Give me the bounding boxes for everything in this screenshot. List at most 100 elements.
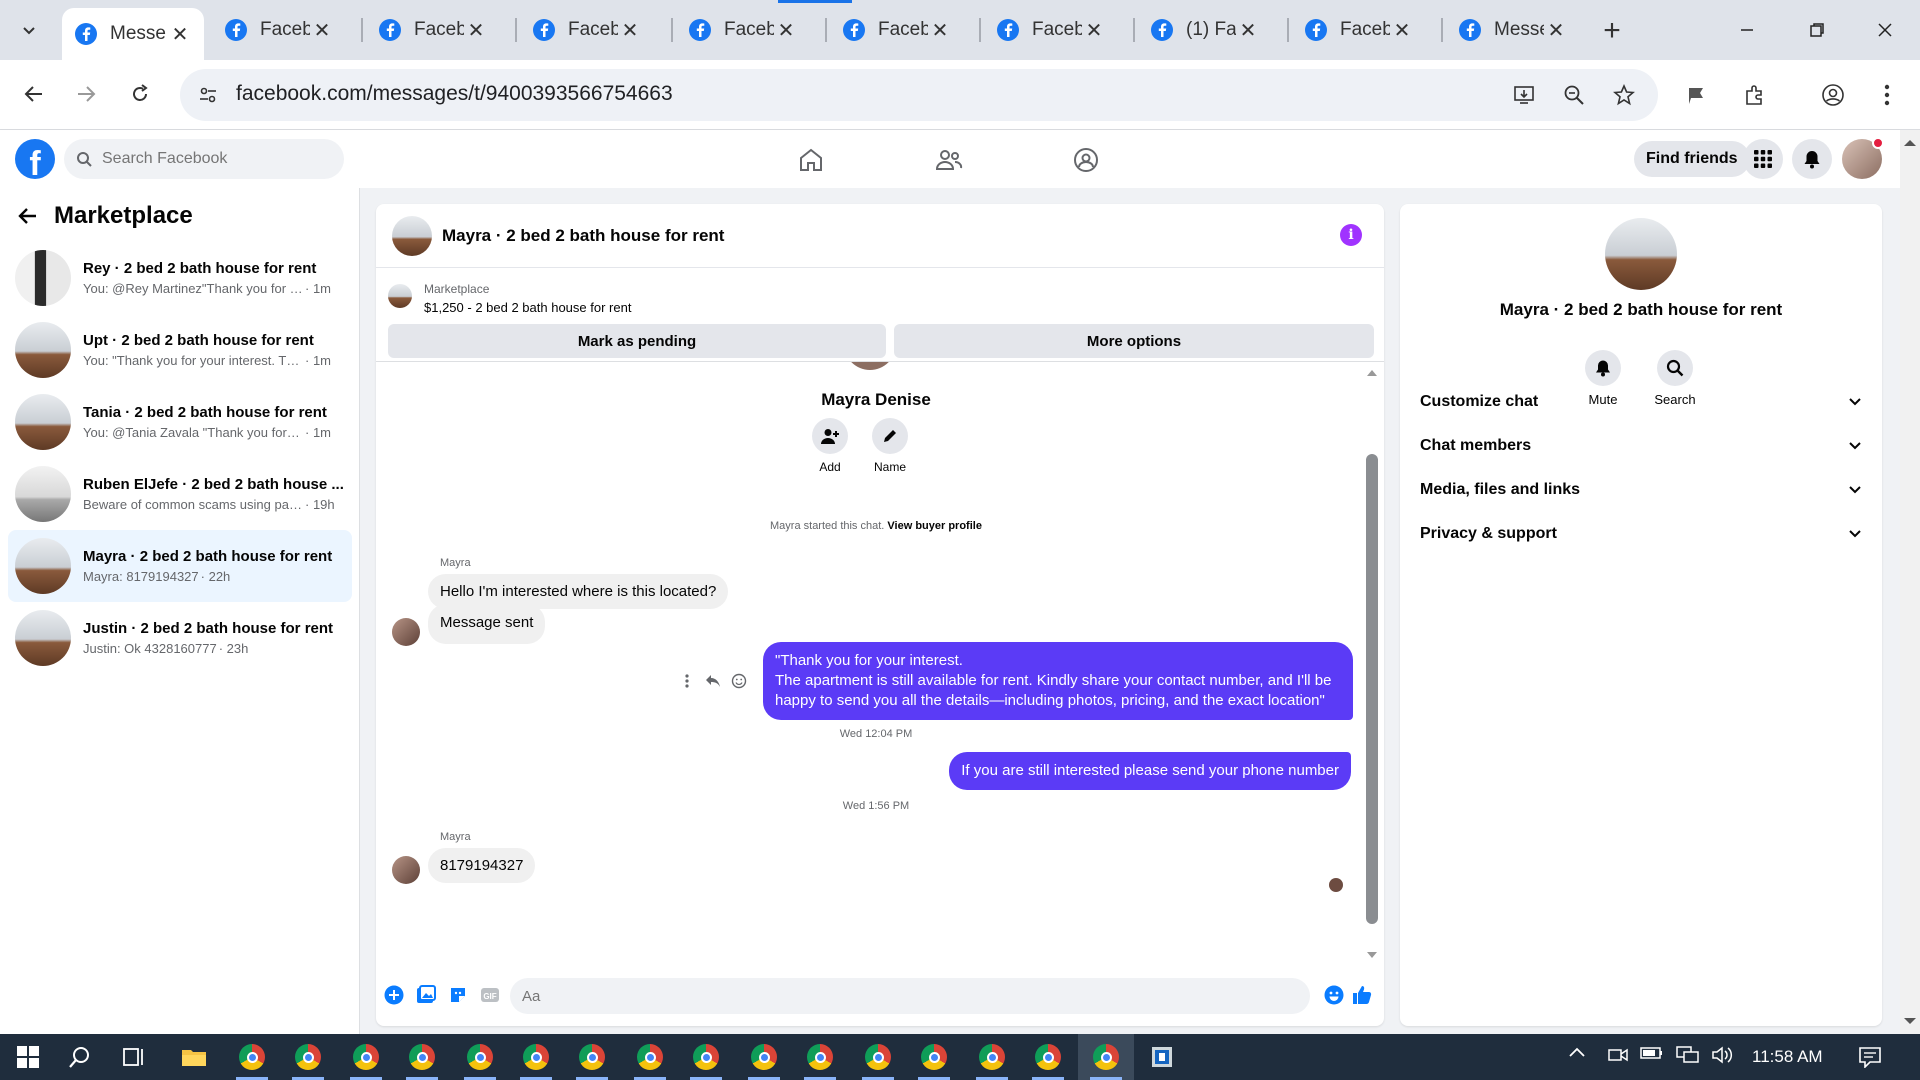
- taskbar-chrome-window[interactable]: [564, 1034, 620, 1080]
- sticker-icon[interactable]: [446, 983, 470, 1007]
- page-scrollbar[interactable]: [1900, 130, 1920, 1034]
- close-window-button[interactable]: [1850, 0, 1920, 60]
- menu-button[interactable]: [1743, 139, 1783, 179]
- facebook-logo[interactable]: f: [15, 139, 55, 179]
- browser-tab[interactable]: (1) Fa ✕: [1138, 8, 1272, 52]
- more-actions-plus-icon[interactable]: [382, 983, 406, 1007]
- react-emoji-icon[interactable]: [726, 668, 752, 694]
- show-hidden-icons[interactable]: [1568, 1046, 1586, 1058]
- taskbar-chrome-window[interactable]: [1020, 1034, 1076, 1080]
- conversation-item[interactable]: Upt · 2 bed 2 bath house for rent You: "T…: [8, 314, 352, 386]
- tab-search-button[interactable]: [10, 12, 48, 48]
- browser-tab[interactable]: Faceb ✕: [520, 8, 654, 52]
- tab-close-icon[interactable]: ✕: [464, 18, 488, 42]
- mark-as-pending-button[interactable]: Mark as pending: [388, 324, 886, 358]
- notification-center-icon[interactable]: [1858, 1046, 1882, 1068]
- minimize-button[interactable]: [1712, 0, 1782, 60]
- taskbar-clock[interactable]: 11:58 AM: [1752, 1047, 1823, 1067]
- taskbar-chrome-window[interactable]: [622, 1034, 678, 1080]
- name-button[interactable]: Name: [860, 418, 920, 474]
- find-friends-button[interactable]: Find friends: [1634, 141, 1750, 177]
- restore-button[interactable]: [1782, 0, 1852, 60]
- details-avatar[interactable]: [1605, 218, 1677, 290]
- profile-icon[interactable]: [1818, 80, 1848, 110]
- browser-tab[interactable]: Faceb ✕: [1292, 8, 1426, 52]
- start-button[interactable]: [0, 1034, 56, 1080]
- more-actions-icon[interactable]: [674, 668, 700, 694]
- info-icon[interactable]: i: [1340, 224, 1362, 246]
- browser-tab[interactable]: Faceb ✕: [984, 8, 1118, 52]
- kebab-menu-icon[interactable]: [1872, 80, 1902, 110]
- url-text[interactable]: facebook.com/messages/t/9400393566754663: [236, 82, 673, 106]
- taskbar-chrome-window[interactable]: [678, 1034, 734, 1080]
- emoji-icon[interactable]: [1322, 983, 1346, 1007]
- tab-close-icon[interactable]: ✕: [1082, 18, 1106, 42]
- tab-close-icon[interactable]: ✕: [1390, 18, 1414, 42]
- forward-button[interactable]: [66, 74, 106, 114]
- browser-tab[interactable]: Faceb ✕: [366, 8, 500, 52]
- file-explorer-button[interactable]: [166, 1034, 222, 1080]
- taskbar-chrome-window[interactable]: [508, 1034, 564, 1080]
- thumbs-up-icon[interactable]: [1350, 983, 1374, 1007]
- message-bubble-incoming[interactable]: Message sent: [428, 604, 546, 644]
- volume-icon[interactable]: [1712, 1046, 1734, 1064]
- facebook-search[interactable]: [64, 139, 344, 179]
- conversation-item[interactable]: Tania · 2 bed 2 bath house for rent You: …: [8, 386, 352, 458]
- message-scroll-thumb[interactable]: [1366, 454, 1378, 924]
- tab-close-icon[interactable]: ✕: [618, 18, 642, 42]
- listing-product[interactable]: $1,250 - 2 bed 2 bath house for rent: [424, 300, 631, 315]
- add-button[interactable]: Add: [800, 418, 860, 474]
- conversation-item-active[interactable]: Mayra · 2 bed 2 bath house for rent Mayra…: [8, 530, 352, 602]
- browser-tab-active[interactable]: Messe ✕: [62, 8, 204, 60]
- conversation-item[interactable]: Justin · 2 bed 2 bath house for rent Just…: [8, 602, 352, 674]
- section-media-files-links[interactable]: Media, files and links: [1414, 470, 1868, 510]
- view-buyer-profile-link[interactable]: View buyer profile: [887, 520, 982, 532]
- browser-tab[interactable]: Faceb ✕: [212, 8, 346, 52]
- address-bar[interactable]: facebook.com/messages/t/9400393566754663: [180, 69, 1658, 121]
- facebook-search-input[interactable]: [102, 150, 332, 168]
- message-bubble-incoming[interactable]: 8179194327: [428, 848, 536, 883]
- chat-title[interactable]: Mayra · 2 bed 2 bath house for rent: [442, 226, 724, 246]
- section-customize-chat[interactable]: Customize chat: [1414, 382, 1868, 422]
- taskbar-chrome-window[interactable]: [850, 1034, 906, 1080]
- taskbar-chrome-window[interactable]: [338, 1034, 394, 1080]
- nav-home[interactable]: [794, 143, 828, 177]
- reply-icon[interactable]: [700, 668, 726, 694]
- zoom-icon[interactable]: [1560, 81, 1588, 109]
- taskbar-chrome-window[interactable]: [452, 1034, 508, 1080]
- network-icon[interactable]: [1676, 1046, 1700, 1064]
- attach-image-icon[interactable]: [414, 983, 438, 1007]
- taskbar-chrome-window[interactable]: [736, 1034, 792, 1080]
- browser-tab[interactable]: Faceb ✕: [830, 8, 964, 52]
- taskbar-app-generic[interactable]: [1134, 1034, 1190, 1080]
- tab-close-icon[interactable]: ✕: [168, 22, 192, 46]
- gif-icon[interactable]: GIF: [478, 983, 502, 1007]
- message-bubble-outgoing[interactable]: "Thank you for your interest. The apartm…: [763, 642, 1353, 720]
- back-button[interactable]: [14, 74, 54, 114]
- taskbar-chrome-window[interactable]: [792, 1034, 848, 1080]
- conversation-item[interactable]: Rey · 2 bed 2 bath house for rent You: @R…: [8, 242, 352, 314]
- nav-groups[interactable]: [1069, 143, 1103, 177]
- back-arrow-icon[interactable]: [18, 206, 38, 226]
- account-avatar[interactable]: [1842, 137, 1884, 179]
- meet-now-icon[interactable]: [1608, 1046, 1628, 1064]
- reload-button[interactable]: [120, 74, 160, 114]
- conversation-item[interactable]: Ruben ElJefe · 2 bed 2 bath house ... Bew…: [8, 458, 352, 530]
- more-options-button[interactable]: More options: [894, 324, 1374, 358]
- tab-close-icon[interactable]: ✕: [310, 18, 334, 42]
- taskbar-chrome-window[interactable]: [394, 1034, 450, 1080]
- install-app-icon[interactable]: [1510, 81, 1538, 109]
- section-privacy-support[interactable]: Privacy & support: [1414, 514, 1868, 554]
- taskbar-chrome-window[interactable]: [280, 1034, 336, 1080]
- task-view-button[interactable]: [106, 1034, 162, 1080]
- tab-close-icon[interactable]: ✕: [1236, 18, 1260, 42]
- message-list[interactable]: Mayra Denise Add Name Mayra started this…: [376, 362, 1384, 966]
- browser-tab[interactable]: Messe✕: [1446, 8, 1580, 52]
- extension-flag-icon[interactable]: [1682, 80, 1712, 110]
- section-chat-members[interactable]: Chat members: [1414, 426, 1868, 466]
- message-input[interactable]: [510, 978, 1310, 1014]
- notifications-button[interactable]: [1792, 139, 1832, 179]
- bookmark-star-icon[interactable]: [1610, 81, 1638, 109]
- battery-icon[interactable]: [1640, 1046, 1664, 1060]
- message-bubble-outgoing[interactable]: If you are still interested please send …: [949, 752, 1351, 790]
